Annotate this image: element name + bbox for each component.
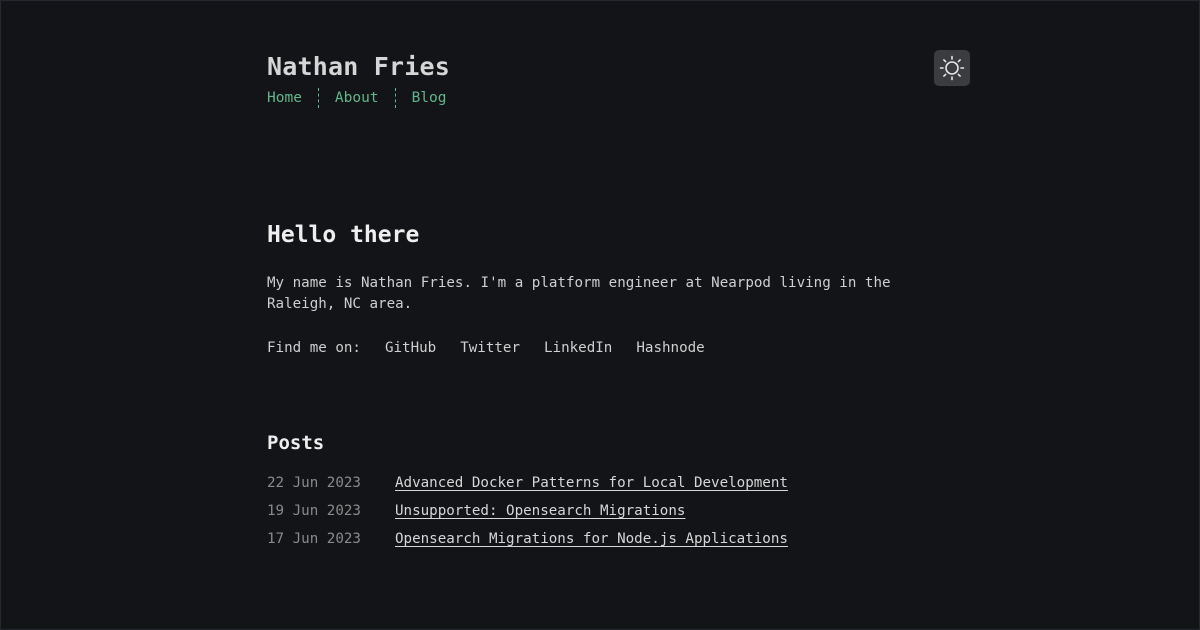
hashnode-link[interactable]: Hashnode <box>636 338 704 358</box>
post-date: 17 Jun 2023 <box>267 531 361 547</box>
post-link[interactable]: Advanced Docker Patterns for Local Devel… <box>395 473 788 501</box>
site-header: Nathan Fries Home About Blog <box>267 52 971 110</box>
posts-list: 22 Jun 2023 Advanced Docker Patterns for… <box>267 473 788 557</box>
theme-toggle-button[interactable] <box>934 50 970 86</box>
post-date: 19 Jun 2023 <box>267 503 361 519</box>
list-item: 22 Jun 2023 Advanced Docker Patterns for… <box>267 473 788 501</box>
nav-separator <box>317 88 319 108</box>
post-link[interactable]: Unsupported: Opensearch Migrations <box>395 501 685 529</box>
site-title[interactable]: Nathan Fries <box>267 52 971 82</box>
nav-separator <box>394 88 396 108</box>
main-nav: Home About Blog <box>267 86 971 110</box>
social-links: Find me on: GitHub Twitter LinkedIn Hash… <box>267 338 729 358</box>
list-item: 17 Jun 2023 Opensearch Migrations for No… <box>267 529 788 557</box>
posts-heading: Posts <box>267 432 325 454</box>
list-item: 19 Jun 2023 Unsupported: Opensearch Migr… <box>267 501 788 529</box>
nav-home[interactable]: Home <box>267 88 302 108</box>
nav-blog[interactable]: Blog <box>412 88 447 108</box>
linkedin-link[interactable]: LinkedIn <box>544 338 612 358</box>
sun-icon <box>939 55 965 81</box>
intro-heading: Hello there <box>267 222 420 248</box>
github-link[interactable]: GitHub <box>385 338 436 358</box>
nav-about[interactable]: About <box>335 88 379 108</box>
intro-text: My name is Nathan Fries. I'm a platform … <box>267 275 891 312</box>
twitter-link[interactable]: Twitter <box>460 338 520 358</box>
post-date: 22 Jun 2023 <box>267 475 361 491</box>
post-link[interactable]: Opensearch Migrations for Node.js Applic… <box>395 529 788 557</box>
find-me-label: Find me on: <box>267 340 361 356</box>
